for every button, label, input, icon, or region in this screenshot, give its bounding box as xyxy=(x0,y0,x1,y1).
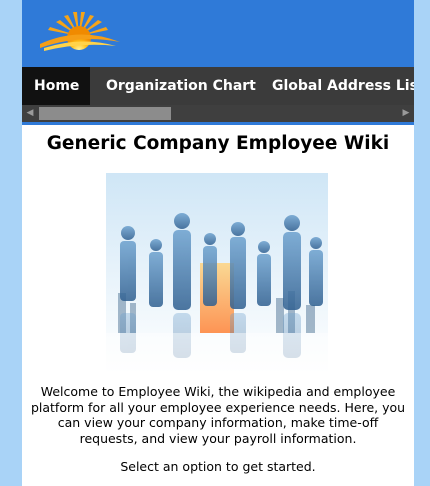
welcome-paragraph: Welcome to Employee Wiki, the wikipedia … xyxy=(30,384,406,446)
sunrise-logo-icon[interactable] xyxy=(36,8,122,54)
header-banner xyxy=(22,0,414,67)
call-to-action-text: Select an option to get started. xyxy=(120,459,316,474)
nav-item-global-address-list[interactable]: Global Address List xyxy=(260,67,414,105)
nav-item-organization-chart[interactable]: Organization Chart xyxy=(94,67,268,105)
business-people-silhouettes-icon xyxy=(106,173,328,373)
scrollbar-thumb[interactable] xyxy=(39,107,171,120)
header-divider xyxy=(22,122,414,125)
main-navigation: Home Organization Chart Global Address L… xyxy=(22,67,414,105)
nav-item-home[interactable]: Home xyxy=(22,67,90,105)
scroll-right-arrow-icon[interactable]: ▶ xyxy=(398,105,414,122)
scroll-left-arrow-icon[interactable]: ◀ xyxy=(22,105,38,122)
nav-horizontal-scrollbar[interactable]: ◀ ▶ xyxy=(22,105,414,122)
page-frame: Home Organization Chart Global Address L… xyxy=(22,0,414,486)
page-title: Generic Company Employee Wiki xyxy=(46,133,390,154)
